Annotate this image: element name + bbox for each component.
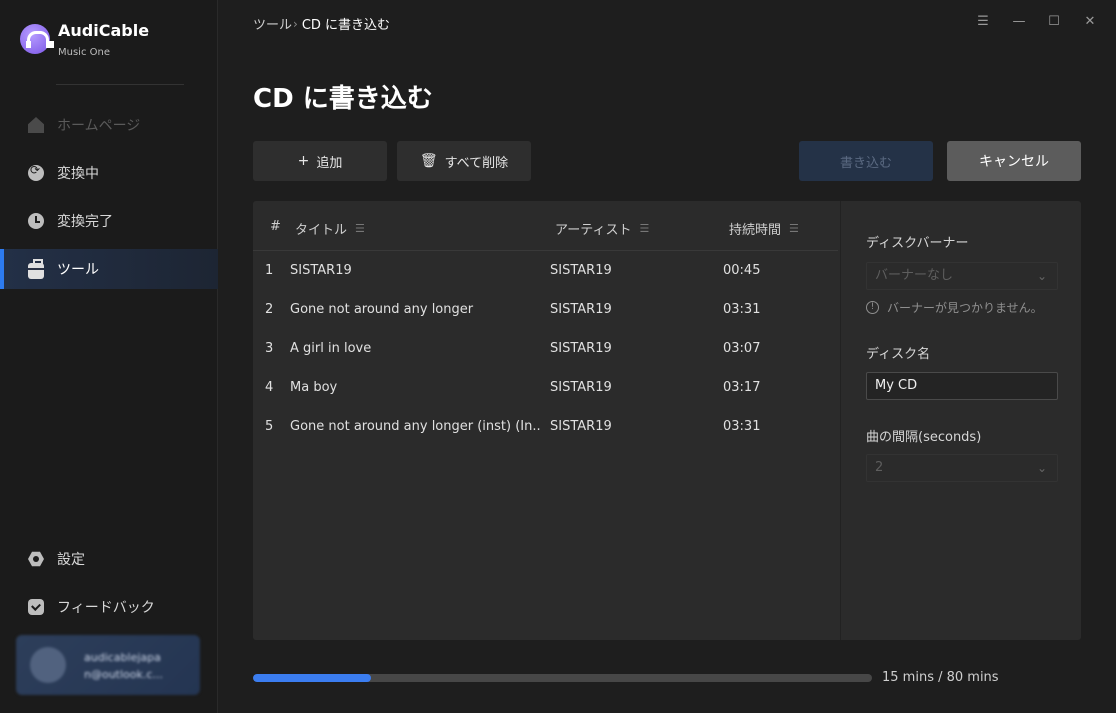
converting-icon — [28, 163, 44, 181]
burner-hint: ! バーナーが見つかりません。 — [866, 299, 1043, 316]
table-row[interactable]: 4 Ma boy SISTAR19 03:17 — [253, 369, 838, 408]
row-artist: SISTAR19 — [550, 419, 612, 434]
sidebar: AudiCable Music One ホームページ 変換中 変換完了 ツール … — [0, 0, 218, 713]
burn-button[interactable]: 書き込む — [799, 141, 933, 181]
sidebar-item-converting[interactable]: 変換中 — [0, 153, 218, 193]
row-artist: SISTAR19 — [550, 380, 612, 395]
sort-icon[interactable]: ☰ — [789, 222, 799, 235]
breadcrumb-parent[interactable]: ツール — [253, 14, 292, 33]
account-card[interactable]: audicablejapa n@outlook.c... — [16, 635, 200, 695]
row-num: 1 — [265, 263, 274, 278]
row-duration: 03:31 — [723, 302, 761, 317]
row-title: Ma boy — [290, 380, 338, 395]
capacity-progress-fill — [253, 674, 371, 682]
disc-name-label: ディスク名 — [866, 347, 931, 362]
header-divider — [253, 250, 838, 251]
sidebar-item-settings[interactable]: 設定 — [0, 539, 218, 579]
row-num: 3 — [265, 341, 274, 356]
home-icon — [28, 117, 44, 133]
sort-icon[interactable]: ☰ — [639, 222, 649, 235]
row-artist: SISTAR19 — [550, 302, 612, 317]
row-duration: 03:31 — [723, 419, 761, 434]
chevron-down-icon: ⌄ — [1036, 269, 1047, 283]
header-artist[interactable]: アーティスト ☰ — [555, 219, 649, 238]
breadcrumb: ツール › CD に書き込む — [253, 14, 391, 34]
disc-burner-label: ディスクバーナー — [866, 236, 969, 251]
disc-burner-select[interactable]: バーナーなし ⌄ — [866, 262, 1058, 290]
sidebar-item-feedback[interactable]: フィードバック — [0, 587, 218, 627]
sidebar-divider — [56, 84, 184, 85]
sidebar-item-label: 変換中 — [57, 166, 99, 182]
menu-icon[interactable]: ☰ — [974, 13, 992, 31]
sidebar-item-label: ホームページ — [57, 118, 141, 134]
account-name: audicablejapa — [84, 651, 161, 664]
add-button[interactable]: + 追加 — [253, 141, 387, 181]
toolbox-icon — [28, 258, 44, 279]
capacity-progress-text: 15 mins / 80 mins — [882, 670, 999, 685]
avatar — [30, 647, 66, 683]
row-num: 2 — [265, 302, 274, 317]
clock-icon — [28, 213, 44, 229]
cancel-button-label: キャンセル — [979, 154, 1049, 170]
row-title: SISTAR19 — [290, 263, 352, 278]
row-duration: 03:07 — [723, 341, 761, 356]
sidebar-item-tools[interactable]: ツール — [0, 249, 218, 289]
row-duration: 03:17 — [723, 380, 761, 395]
track-gap-select[interactable]: 2 ⌄ — [866, 454, 1058, 482]
disc-burner-value: バーナーなし — [875, 268, 954, 283]
table-row[interactable]: 2 Gone not around any longer SISTAR19 03… — [253, 291, 838, 330]
cancel-button[interactable]: キャンセル — [947, 141, 1081, 181]
row-title: A girl in love — [290, 341, 372, 356]
delete-all-button-label: すべて削除 — [444, 155, 509, 171]
panel-divider — [840, 201, 841, 640]
header-num: # — [270, 219, 281, 234]
add-button-label: 追加 — [316, 155, 343, 171]
sidebar-item-label: 変換完了 — [57, 214, 113, 230]
sidebar-item-converted[interactable]: 変換完了 — [0, 201, 218, 241]
breadcrumb-separator: › — [293, 16, 298, 31]
table-row[interactable]: 3 A girl in love SISTAR19 03:07 — [253, 330, 838, 369]
track-gap-label: 曲の間隔(seconds) — [866, 430, 982, 445]
burner-hint-text: バーナーが見つかりません。 — [887, 301, 1043, 315]
feedback-icon — [28, 599, 44, 615]
settings-icon — [28, 551, 44, 567]
sort-icon[interactable]: ☰ — [355, 222, 365, 235]
row-title: Gone not around any longer — [290, 302, 474, 317]
sidebar-item-label: ツール — [57, 262, 99, 278]
minimize-icon[interactable]: — — [1010, 13, 1028, 31]
burn-button-label: 書き込む — [839, 155, 892, 171]
delete-all-button[interactable]: 🗑 すべて削除 — [397, 141, 531, 181]
sidebar-item-label: フィードバック — [57, 600, 155, 616]
capacity-progress-bar — [253, 674, 872, 682]
track-panel: # タイトル ☰ アーティスト ☰ 持続時間 ☰ 1 SISTAR19 SISTAR1… — [253, 201, 1081, 640]
app-subtitle: Music One — [58, 47, 110, 58]
sidebar-item-home[interactable]: ホームページ — [0, 105, 218, 145]
row-num: 4 — [265, 380, 274, 395]
row-num: 5 — [265, 419, 274, 434]
close-icon[interactable]: ✕ — [1081, 13, 1099, 31]
plus-icon: + — [297, 153, 310, 169]
info-icon: ! — [866, 301, 879, 314]
track-gap-value: 2 — [875, 460, 884, 475]
app-logo-icon — [20, 24, 54, 54]
header-duration[interactable]: 持続時間 ☰ — [729, 219, 799, 238]
row-duration: 00:45 — [723, 263, 761, 278]
sidebar-item-label: 設定 — [57, 552, 85, 568]
maximize-icon[interactable]: ☐ — [1045, 13, 1063, 31]
trash-icon: 🗑 — [419, 153, 438, 169]
breadcrumb-current: CD に書き込む — [301, 18, 391, 33]
table-row[interactable]: 5 Gone not around any longer (inst) (In.… — [253, 408, 838, 447]
table-row[interactable]: 1 SISTAR19 SISTAR19 00:45 — [253, 252, 838, 291]
row-title: Gone not around any longer (inst) (In... — [290, 419, 540, 434]
row-artist: SISTAR19 — [550, 341, 612, 356]
disc-name-input[interactable]: My CD — [866, 372, 1058, 400]
account-email: n@outlook.c... — [84, 668, 163, 681]
header-title[interactable]: タイトル ☰ — [295, 219, 365, 238]
app-name: AudiCable — [58, 21, 150, 40]
chevron-down-icon: ⌄ — [1036, 461, 1047, 475]
page-title: CD に書き込む — [253, 84, 433, 114]
row-artist: SISTAR19 — [550, 263, 612, 278]
